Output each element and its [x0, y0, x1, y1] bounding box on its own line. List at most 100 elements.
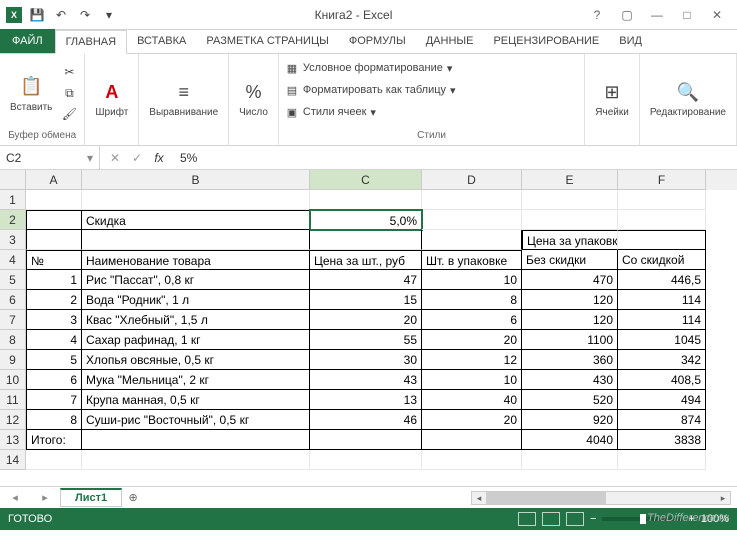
- cell[interactable]: 1045: [618, 330, 706, 350]
- cell[interactable]: 408,5: [618, 370, 706, 390]
- cell[interactable]: №: [26, 250, 82, 270]
- cell[interactable]: 114: [618, 310, 706, 330]
- formula-bar[interactable]: 5%: [174, 151, 737, 165]
- cell[interactable]: 20: [422, 410, 522, 430]
- row-header[interactable]: 3: [0, 230, 26, 250]
- cell[interactable]: Рис "Пассат", 0,8 кг: [82, 270, 310, 290]
- cell[interactable]: [82, 430, 310, 450]
- close-button[interactable]: ✕: [703, 5, 731, 25]
- row-header[interactable]: 7: [0, 310, 26, 330]
- col-header[interactable]: C: [310, 170, 422, 190]
- cell[interactable]: [422, 230, 522, 250]
- cell[interactable]: [422, 190, 522, 210]
- row-header[interactable]: 10: [0, 370, 26, 390]
- cell[interactable]: 120: [522, 290, 618, 310]
- cell[interactable]: 2: [26, 290, 82, 310]
- cell[interactable]: [26, 210, 82, 230]
- cell[interactable]: [82, 450, 310, 470]
- cell[interactable]: 3: [26, 310, 82, 330]
- col-header[interactable]: F: [618, 170, 706, 190]
- cell[interactable]: Хлопья овсяные, 0,5 кг: [82, 350, 310, 370]
- cell[interactable]: [26, 190, 82, 210]
- editing-button[interactable]: 🔍 Редактирование: [646, 77, 730, 120]
- select-all-corner[interactable]: [0, 170, 26, 190]
- cell[interactable]: 120: [522, 310, 618, 330]
- tab-home[interactable]: ГЛАВНАЯ: [55, 30, 127, 54]
- normal-view-icon[interactable]: [518, 512, 536, 526]
- cell[interactable]: Цена за упаковку, руб: [522, 230, 618, 250]
- cell[interactable]: [422, 430, 522, 450]
- tab-formulas[interactable]: ФОРМУЛЫ: [339, 29, 416, 53]
- cell[interactable]: 46: [310, 410, 422, 430]
- undo-icon[interactable]: ↶: [52, 6, 70, 24]
- qat-customize-icon[interactable]: ▾: [100, 6, 118, 24]
- col-header[interactable]: A: [26, 170, 82, 190]
- cell[interactable]: 1100: [522, 330, 618, 350]
- cell[interactable]: 30: [310, 350, 422, 370]
- cell[interactable]: 520: [522, 390, 618, 410]
- col-header[interactable]: E: [522, 170, 618, 190]
- cell[interactable]: [82, 230, 310, 250]
- cell[interactable]: 10: [422, 370, 522, 390]
- cell[interactable]: [310, 230, 422, 250]
- cell[interactable]: [310, 450, 422, 470]
- row-header[interactable]: 11: [0, 390, 26, 410]
- col-header[interactable]: D: [422, 170, 522, 190]
- cell[interactable]: Квас "Хлебный", 1,5 л: [82, 310, 310, 330]
- row-header[interactable]: 1: [0, 190, 26, 210]
- cell[interactable]: [618, 230, 706, 250]
- cell[interactable]: [422, 450, 522, 470]
- help-button[interactable]: ?: [583, 5, 611, 25]
- format-painter-icon[interactable]: 🖌: [60, 105, 78, 123]
- cancel-formula-icon[interactable]: ✕: [106, 149, 124, 167]
- cell[interactable]: [310, 190, 422, 210]
- page-break-view-icon[interactable]: [566, 512, 584, 526]
- row-header[interactable]: 6: [0, 290, 26, 310]
- tab-page-layout[interactable]: РАЗМЕТКА СТРАНИЦЫ: [196, 29, 338, 53]
- sheet-tab[interactable]: Лист1: [60, 488, 122, 507]
- cell[interactable]: 55: [310, 330, 422, 350]
- cell[interactable]: [522, 210, 618, 230]
- cell[interactable]: 15: [310, 290, 422, 310]
- cell[interactable]: [618, 190, 706, 210]
- cell[interactable]: 7: [26, 390, 82, 410]
- cell[interactable]: Наименование товара: [82, 250, 310, 270]
- cell[interactable]: [422, 210, 522, 230]
- row-header[interactable]: 2: [0, 210, 26, 230]
- number-button[interactable]: % Число: [235, 77, 272, 120]
- cells-button[interactable]: ⊞ Ячейки: [591, 77, 633, 120]
- cell[interactable]: Шт. в упаковке: [422, 250, 522, 270]
- cell[interactable]: Итого:: [26, 430, 82, 450]
- redo-icon[interactable]: ↷: [76, 6, 94, 24]
- cell[interactable]: [26, 230, 82, 250]
- cell[interactable]: [522, 190, 618, 210]
- cell[interactable]: Цена за шт., руб: [310, 250, 422, 270]
- cell[interactable]: 446,5: [618, 270, 706, 290]
- cell[interactable]: Без скидки: [522, 250, 618, 270]
- chevron-down-icon[interactable]: ▾: [87, 151, 93, 165]
- cell[interactable]: [618, 210, 706, 230]
- cell[interactable]: 342: [618, 350, 706, 370]
- tab-review[interactable]: РЕЦЕНЗИРОВАНИЕ: [483, 29, 609, 53]
- tab-file[interactable]: ФАЙЛ: [0, 29, 55, 53]
- save-icon[interactable]: 💾: [28, 6, 46, 24]
- row-header[interactable]: 9: [0, 350, 26, 370]
- conditional-formatting-button[interactable]: ▦Условное форматирование ▾: [285, 58, 578, 78]
- cell[interactable]: 40: [422, 390, 522, 410]
- cell[interactable]: 8: [26, 410, 82, 430]
- maximize-button[interactable]: □: [673, 5, 701, 25]
- cell[interactable]: [26, 450, 82, 470]
- cell[interactable]: 6: [26, 370, 82, 390]
- format-as-table-button[interactable]: ▤Форматировать как таблицу ▾: [285, 80, 578, 100]
- cell[interactable]: [310, 430, 422, 450]
- cell[interactable]: 4: [26, 330, 82, 350]
- cell[interactable]: 5,0%: [310, 210, 422, 230]
- cell[interactable]: Мука "Мельница", 2 кг: [82, 370, 310, 390]
- row-header[interactable]: 14: [0, 450, 26, 470]
- cell[interactable]: 874: [618, 410, 706, 430]
- new-sheet-button[interactable]: ⊕: [122, 487, 144, 509]
- cell[interactable]: 47: [310, 270, 422, 290]
- font-button[interactable]: A Шрифт: [91, 77, 132, 120]
- paste-button[interactable]: 📋 Вставить: [6, 72, 56, 115]
- name-box[interactable]: C2▾: [0, 146, 100, 169]
